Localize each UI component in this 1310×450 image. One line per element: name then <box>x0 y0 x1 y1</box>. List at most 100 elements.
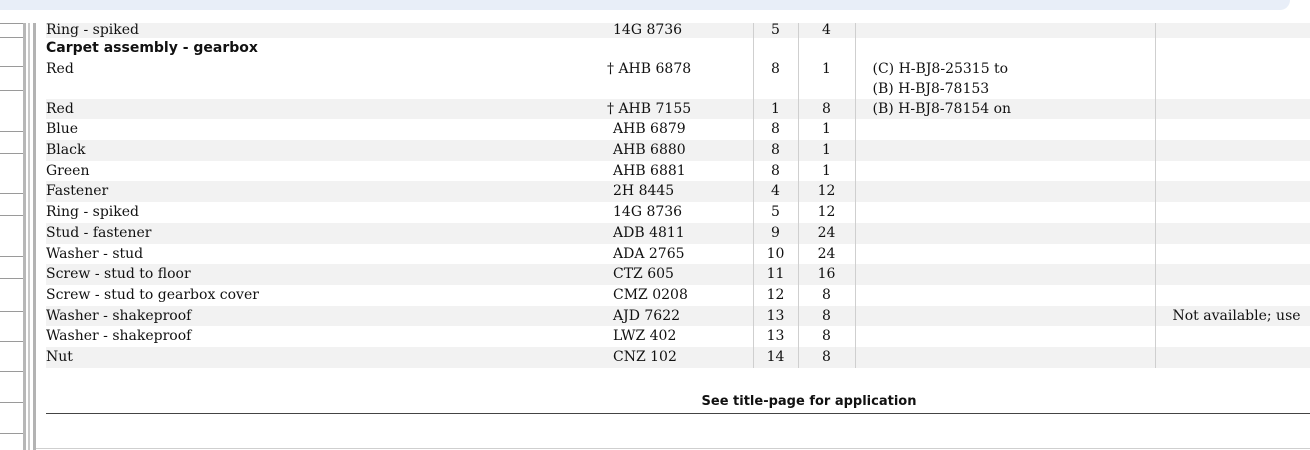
illustration-number-cell: 4 <box>752 181 798 203</box>
page-left-gutter <box>0 23 23 450</box>
illustration-number-cell: 5 <box>752 23 798 38</box>
quantity-cell: 16 <box>797 264 855 285</box>
illustration-number-cell: 5 <box>752 202 798 223</box>
change-point-cell: (B) H-BJ8-78154 on <box>854 98 1155 120</box>
part-number-cell: AJD 7622 <box>599 305 753 327</box>
change-point-cell <box>854 222 1155 244</box>
description-cell: Screw - stud to floor <box>46 264 599 285</box>
change-point-cell <box>854 305 1155 327</box>
illustration-number-cell: 12 <box>752 284 798 306</box>
gutter-tick <box>0 311 23 312</box>
illustration-number-cell: 13 <box>752 305 798 327</box>
part-number-cell: ADB 4811 <box>599 222 753 244</box>
change-point-cell <box>854 181 1155 203</box>
remarks-cell <box>1154 38 1310 59</box>
page-edge-bar <box>23 23 26 450</box>
quantity-cell: 4 <box>797 23 855 38</box>
illustration-number-cell: 8 <box>752 58 798 99</box>
gutter-tick <box>0 278 23 279</box>
description-cell: Washer - shakeproof <box>46 328 192 345</box>
illustration-number-cell <box>752 38 798 59</box>
change-point-cell <box>854 140 1155 161</box>
remarks-cell <box>1154 202 1310 223</box>
table-row: Green AHB 6881 8 1 <box>46 160 1310 182</box>
description-cell: Ring - spiked <box>46 204 139 221</box>
remarks-cell <box>1154 23 1310 38</box>
parts-table: Ring - spiked 14G 8736 5 4 Carpet assembly -… <box>46 23 1310 368</box>
remarks-cell <box>1154 222 1310 244</box>
part-number-cell: LWZ 402 <box>613 328 677 345</box>
gutter-tick <box>0 90 23 91</box>
gutter-tick <box>0 131 23 132</box>
quantity-cell: 1 <box>797 160 855 182</box>
part-number-cell <box>599 38 753 59</box>
gutter-tick <box>0 215 23 216</box>
change-point-cell <box>854 38 1155 59</box>
gutter-tick <box>0 402 23 403</box>
remarks-cell <box>1154 58 1310 99</box>
footer-rule <box>46 413 1310 414</box>
part-number-cell: † AHB 6878 <box>607 60 692 77</box>
table-row: Fastener 2H 8445 4 12 <box>46 181 1310 203</box>
table-row: Black AHB 6880 8 1 <box>46 140 1310 161</box>
illustration-number-cell: 8 <box>752 119 798 141</box>
quantity-cell: 24 <box>797 243 855 265</box>
illustration-number-cell: 11 <box>752 264 798 285</box>
quantity-cell: 8 <box>797 98 855 120</box>
quantity-cell: 8 <box>797 284 855 306</box>
table-row: Washer - stud ADA 2765 10 24 <box>46 243 1310 265</box>
table-row: Washer - shakeproof LWZ 402 13 8 <box>46 326 1310 347</box>
quantity-cell: 8 <box>797 346 855 368</box>
quantity-cell: 12 <box>797 181 855 203</box>
quantity-cell: 8 <box>797 305 855 327</box>
part-number-cell: 14G 8736 <box>599 23 753 38</box>
description-cell: Screw - stud to gearbox cover <box>46 286 259 303</box>
description-cell: Red <box>46 60 74 77</box>
gutter-tick <box>0 193 23 194</box>
table-row: Nut CNZ 102 14 8 <box>46 346 1310 368</box>
illustration-number-cell: 14 <box>752 346 798 368</box>
illustration-number-cell: 8 <box>752 140 798 161</box>
quantity-cell: 1 <box>797 140 855 161</box>
remarks-cell <box>1154 243 1310 265</box>
quantity-cell: 12 <box>797 202 855 223</box>
table-row: Red † AHB 7155 1 8 (B) H-BJ8-78154 on <box>46 98 1310 120</box>
page-edge-bar <box>28 23 30 450</box>
description-cell: Black <box>46 140 599 161</box>
table-row: Screw - stud to gearbox cover CMZ 0208 12 8 <box>46 284 1310 306</box>
change-point-cell <box>854 160 1155 182</box>
quantity-cell <box>797 38 855 59</box>
part-number-cell: 14G 8736 <box>613 204 683 221</box>
part-number-cell: AHB 6881 <box>613 162 686 179</box>
description-cell: Fastener <box>46 181 599 203</box>
gutter-tick <box>0 256 23 257</box>
remarks-cell <box>1154 264 1310 285</box>
remarks-cell <box>1154 284 1310 306</box>
footer-note: See title-page for application <box>701 394 917 409</box>
table-row: Blue AHB 6879 8 1 <box>46 119 1310 141</box>
change-point-text: (C) H-BJ8-25315 to <box>872 60 1009 77</box>
gutter-tick <box>0 153 23 154</box>
illustration-number-cell: 9 <box>752 222 798 244</box>
illustration-number-cell: 8 <box>752 160 798 182</box>
remarks-cell: Not available; use <box>1154 305 1310 327</box>
quantity-cell: 1 <box>797 58 855 99</box>
quantity-cell: 8 <box>797 326 855 347</box>
gutter-tick <box>0 371 23 372</box>
change-point-text: (B) H-BJ8-78153 <box>872 80 990 97</box>
table-row: Stud - fastener ADB 4811 9 24 <box>46 222 1310 244</box>
change-point-text: (B) H-BJ8-78154 on <box>872 100 1012 117</box>
description-cell: Green <box>46 162 90 179</box>
part-number-cell: ADA 2765 <box>613 245 685 262</box>
quantity-cell: 1 <box>797 119 855 141</box>
description-cell: Carpet assembly - gearbox <box>46 40 258 56</box>
remarks-cell <box>1154 181 1310 203</box>
description-cell: Nut <box>46 346 599 368</box>
remarks-cell <box>1154 346 1310 368</box>
table-row: Red † AHB 6878 8 1 (C) H-BJ8-25315 to (B) H-B… <box>46 58 1310 99</box>
table-row: Ring - spiked 14G 8736 5 12 <box>46 202 1310 223</box>
part-number-cell: 2H 8445 <box>599 181 753 203</box>
illustration-number-cell: 10 <box>752 243 798 265</box>
description-cell: Washer - shakeproof <box>46 305 599 327</box>
part-number-cell: † AHB 7155 <box>599 98 753 120</box>
